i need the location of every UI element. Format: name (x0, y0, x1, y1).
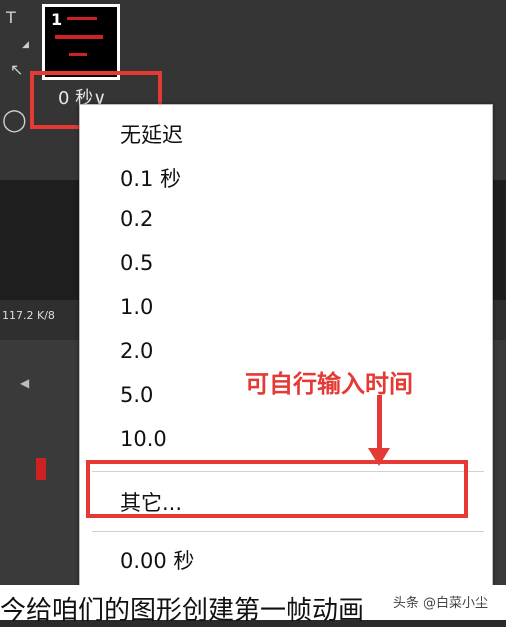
menu-item-0-1[interactable]: 0.1 秒 (120, 163, 181, 193)
frame-preview: 1 (45, 7, 117, 77)
menu-item-current[interactable]: 0.00 秒 (120, 545, 194, 575)
frame-text-line (69, 53, 87, 56)
watermark: 头条 @白菜小尘 (392, 596, 488, 611)
caption-text: 今给咱们的图形创建第一帧动画 (0, 596, 365, 626)
play-back-icon[interactable]: ◀ (20, 376, 29, 390)
menu-item-1-0[interactable]: 1.0 (120, 295, 153, 319)
frame-text-line (67, 17, 97, 20)
menu-item-no-delay[interactable]: 无延迟 (120, 119, 183, 149)
frame-thumbnail[interactable]: 1 (42, 4, 120, 80)
file-size-label: 117.2 K/8 (2, 309, 55, 322)
ellipse-tool-icon[interactable]: ◯ (2, 108, 27, 133)
tool-expand-icon[interactable]: ◢ (22, 40, 29, 50)
menu-separator (92, 531, 484, 532)
arrow-head-icon (368, 448, 390, 466)
menu-item-2-0[interactable]: 2.0 (120, 339, 153, 363)
frame-number: 1 (51, 10, 63, 29)
type-tool-icon[interactable]: T (6, 8, 16, 27)
annotation-label: 可自行输入时间 (245, 370, 413, 398)
menu-item-0-5[interactable]: 0.5 (120, 251, 153, 275)
arrow-down-icon (377, 395, 382, 450)
path-tool-icon[interactable]: ↖ (10, 60, 23, 79)
menu-item-5-0[interactable]: 5.0 (120, 383, 153, 407)
other-highlight-box (86, 460, 468, 518)
menu-item-0-2[interactable]: 0.2 (120, 207, 153, 231)
timeline-red-marker (36, 458, 46, 480)
menu-item-10-0[interactable]: 10.0 (120, 427, 167, 451)
frame-text-line (55, 35, 103, 39)
tool-column: T ↖ ◯ ◢ (0, 0, 34, 180)
